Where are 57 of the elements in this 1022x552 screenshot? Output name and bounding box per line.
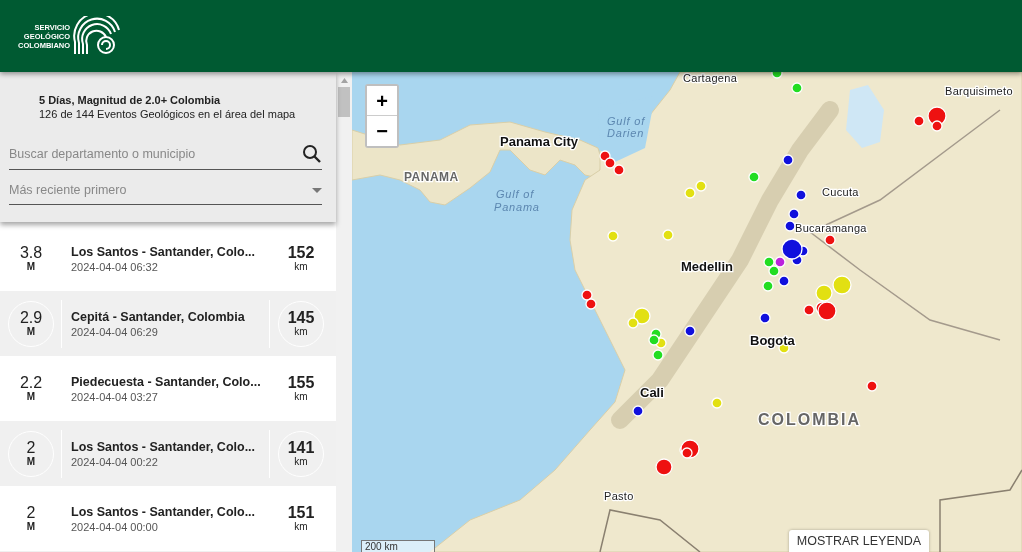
depth-value: 155 [287,374,315,391]
event-time: 2024-04-04 00:00 [71,520,159,534]
depth-value: 145 [287,309,315,326]
event-location: Cepitá - Santander, Colombia [71,308,246,326]
depth-unit: km [294,521,308,533]
magnitude-unit: M [26,521,36,533]
depth-value: 151 [287,504,315,521]
depth-unit: km [294,261,308,273]
depth-value: 152 [287,244,315,261]
depth-unit: km [294,391,308,403]
show-legend-button[interactable]: MOSTRAR LEYENDA [789,530,929,552]
event-time: 2024-04-04 03:27 [71,390,159,404]
map-label: Panama [494,201,540,213]
map-label: Barquisimeto [945,85,1013,97]
map-label: Medellin [681,259,733,274]
event-location: Los Santos - Santander, Colo... [71,243,257,261]
event-count-text: 126 de 144 Eventos Geológicos en el área del mapa [39,107,297,121]
event-row[interactable]: 2.9 M Cepitá - Santander, Colombia 2024-04-04 06:29 145 km [0,291,336,356]
magnitude-value: 2 [26,439,36,456]
map-label: Gulf of [496,188,534,200]
event-time: 2024-04-04 06:32 [71,260,159,274]
scroll-up-icon[interactable] [340,78,348,83]
map-label: Cartagena [683,72,738,84]
map-label: Bogota [750,333,795,348]
map-label: Panama City [500,134,579,149]
event-location: Los Santos - Santander, Colo... [71,503,257,521]
map-label: Darien [607,127,645,139]
magnitude-value: 2 [26,504,36,521]
event-time: 2024-04-04 00:22 [71,455,159,469]
search-icon[interactable] [302,144,322,164]
search-field[interactable]: Buscar departamento o municipio [9,147,302,161]
magnitude-value: 2.2 [19,374,43,391]
map-label: Bucaramanga [795,222,867,234]
map-label: PANAMA [404,170,459,184]
event-row[interactable]: 2 M Los Santos - Santander, Colo... 2024-04-04 00:22 141 km [0,421,336,486]
map-label: Cucuta [822,186,859,198]
magnitude-unit: M [26,261,36,273]
map-label: Pasto [604,490,634,502]
list-title: 5 Días, Magnitud de 2.0+ Colombia [39,94,222,107]
event-location: Piedecuesta - Santander, Colo... [71,373,262,391]
event-location: Los Santos - Santander, Colo... [71,438,257,456]
depth-unit: km [294,456,308,468]
magnitude-unit: M [26,326,36,338]
map-label: Gulf of [607,115,645,127]
magnitude-value: 3.8 [19,244,43,261]
magnitude-value: 2.9 [19,309,43,326]
magnitude-unit: M [26,456,36,468]
event-time: 2024-04-04 06:29 [71,325,159,339]
map-scale: 200 km [361,540,435,552]
map-label: COLOMBIA [758,411,862,428]
scrollbar-thumb[interactable] [338,87,350,117]
dropdown-caret-icon [312,187,322,193]
zoom-in-button[interactable]: + [367,86,397,116]
map-label: Cali [640,385,664,400]
magnitude-unit: M [26,391,36,403]
depth-unit: km [294,326,308,338]
depth-value: 141 [287,439,315,456]
